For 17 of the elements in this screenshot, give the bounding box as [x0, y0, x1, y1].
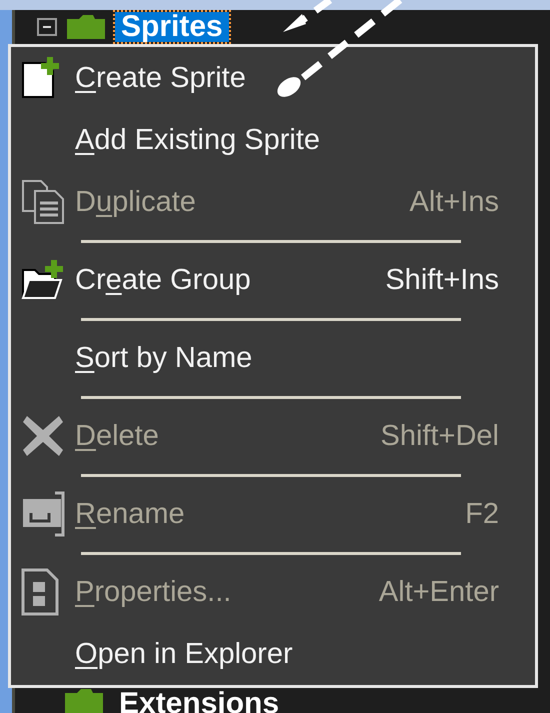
folder-icon [67, 15, 105, 39]
menu-item[interactable]: Create Sprite [11, 47, 535, 109]
menu-item[interactable]: Open in Explorer [11, 623, 535, 685]
tree-item[interactable]: Sprites [115, 12, 229, 42]
new-folder-icon [21, 260, 65, 300]
tree-item[interactable]: Extensions [113, 689, 286, 713]
copy-documents-icon [21, 179, 65, 225]
collapse-box[interactable] [37, 18, 57, 36]
menu-item[interactable]: Add Existing Sprite [11, 109, 535, 171]
rename-icon [21, 491, 65, 537]
menu-item[interactable]: Sort by Name [11, 327, 535, 389]
new-document-icon [21, 57, 61, 99]
folder-icon [65, 689, 103, 713]
dashed-arrow [283, 0, 332, 32]
properties-document-icon [21, 568, 59, 616]
delete-x-icon [21, 414, 65, 458]
menu-item[interactable]: Create Group Shift+Ins [11, 249, 535, 311]
